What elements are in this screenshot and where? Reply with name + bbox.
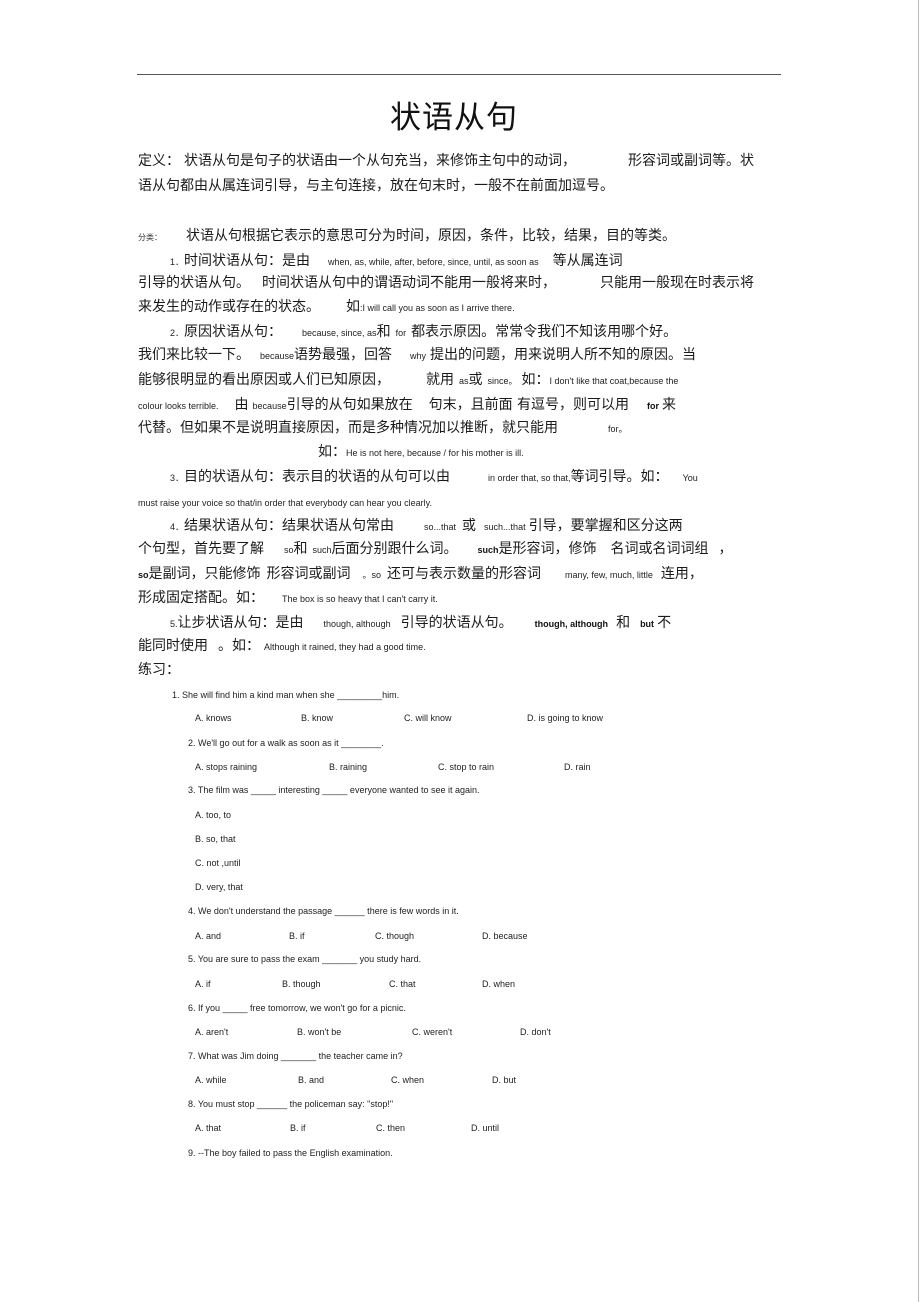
q6-option-b[interactable]: B. won't be: [297, 1027, 341, 1037]
q2-option-b[interactable]: B. raining: [329, 762, 367, 772]
q3-option-b[interactable]: B. so, that: [195, 834, 236, 844]
question-3: 3. The film was _____ interesting _____ …: [188, 785, 480, 795]
section4-example: The box is so heavy that I can't carry i…: [282, 594, 438, 604]
section2-line-5: 代替。但如果不是说明直接原因，而是多种情况加以推断，就只能用 for。: [138, 420, 628, 436]
section1-line-3: 来发生的动作或存在的状态。 如:I will call you as soon a…: [138, 299, 515, 315]
q1-option-a[interactable]: A. knows: [195, 713, 232, 723]
section2-heading: 原因状语从句：: [184, 324, 283, 340]
q5-option-c[interactable]: C. that: [389, 979, 416, 989]
definition-label: 定义：: [138, 153, 180, 169]
section2-line-4: colour looks terrible. 由 because引导的从句如果放在句…: [138, 397, 677, 413]
section2-line-2: 我们来比较一下。 because语势最强，回答 why 提出的问题，用来说明人所不知的…: [138, 347, 697, 363]
section3-line-1: 3．目的状语从句：表示目的状语的从句可以由 in order that, so t…: [170, 469, 698, 485]
q4-option-a[interactable]: A. and: [195, 931, 221, 941]
q3-option-d[interactable]: D. very, that: [195, 882, 243, 892]
q2-option-c[interactable]: C. stop to rain: [438, 762, 494, 772]
definition-line-1: 定义： 状语从句是句子的状语由一个从句充当，来修饰主句中的动词， 形容词或副词等。状: [138, 153, 754, 169]
q5-option-a[interactable]: A. if: [195, 979, 211, 989]
question-2: 2. We'll go out for a walk as soon as it…: [188, 738, 384, 748]
section5-line-1: 5.让步状语从句：是由 though, although 引导的状语从句。 thoug…: [170, 615, 672, 631]
section2-example: He is not here, because / for his mother…: [346, 448, 524, 458]
question-1: 1. She will find him a kind man when she…: [172, 690, 400, 700]
page-title: 状语从句: [390, 100, 518, 136]
q5-option-d[interactable]: D. when: [482, 979, 515, 989]
section2-line-6: 如：He is not here, because / for his moth…: [318, 444, 524, 460]
q7-option-d[interactable]: D. but: [492, 1075, 516, 1085]
q6-option-c[interactable]: C. weren't: [412, 1027, 452, 1037]
question-4: 4. We don't understand the passage _____…: [188, 906, 459, 916]
q8-option-b[interactable]: B. if: [290, 1123, 306, 1133]
q4-option-b[interactable]: B. if: [289, 931, 305, 941]
section4-heading: 结果状语从句：结果状语从句常由: [184, 518, 395, 534]
q5-option-b[interactable]: B. though: [282, 979, 321, 989]
section4-line-2: 个句型，首先要了解 so和 such后面分别跟什么词。 such是形容词，修饰 名词或名…: [138, 541, 733, 557]
q1-option-c[interactable]: C. will know: [404, 713, 452, 723]
q1-option-d[interactable]: D. is going to know: [527, 713, 603, 723]
question-9: 9. --The boy failed to pass the English …: [188, 1148, 393, 1158]
question-5: 5. You are sure to pass the exam _______…: [188, 954, 422, 964]
q4-option-d[interactable]: D. because: [482, 931, 528, 941]
definition-line-2: 语从句都由从属连词引导，与主句连接，放在句末时，一般不在前面加逗号。: [138, 178, 614, 194]
section2-line-3: 能够很明显的看出原因或人们已知原因， 就用 as或 since。 如：I don't l…: [138, 372, 679, 388]
q2-option-d[interactable]: D. rain: [564, 762, 591, 772]
q1-option-b[interactable]: B. know: [301, 713, 333, 723]
q8-option-a[interactable]: A. that: [195, 1123, 221, 1133]
q7-option-b[interactable]: B. and: [298, 1075, 324, 1085]
q4-option-c[interactable]: C. though: [375, 931, 414, 941]
section4-line-1: 4．结果状语从句：结果状语从句常由 so...that 或 such...that 引导…: [170, 518, 683, 534]
q8-option-d[interactable]: D. until: [471, 1123, 499, 1133]
question-6: 6. If you _____ free tomorrow, we won't …: [188, 1003, 406, 1013]
section1-heading: 时间状语从句：是由: [184, 253, 311, 269]
q3-option-c[interactable]: C. not ,until: [195, 858, 241, 868]
q8-option-c[interactable]: C. then: [376, 1123, 405, 1133]
section4-line-3: so是副词，只能修饰 形容词或副词 。so 还可与表示数量的形容词 many, few,…: [138, 566, 703, 582]
q6-option-d[interactable]: D. don't: [520, 1027, 551, 1037]
practice-heading: 练习：: [138, 662, 180, 678]
section5-line-2: 能同时使用 。如： Although it rained, they had a g…: [138, 638, 426, 654]
question-7: 7. What was Jim doing _______ the teache…: [188, 1051, 403, 1061]
section3-heading: 目的状语从句：表示目的状语的从句可以由: [184, 469, 451, 485]
section3-example: must raise your voice so that/in order t…: [138, 498, 432, 508]
section2-line-1: 2．原因状语从句： because, since, as和 for 都表示原因。常常令…: [170, 324, 678, 340]
section1-line-1: 1．时间状语从句：是由 when, as, while, after, befor…: [170, 253, 623, 269]
classification-label: 分类：: [138, 233, 162, 242]
q3-option-a[interactable]: A. too, to: [195, 810, 231, 820]
section4-line-4: 形成固定搭配。如： The box is so heavy that I can'…: [138, 590, 438, 606]
classification-line: 分类： 状语从句根据它表示的意思可分为时间，原因，条件，比较，结果，目的等类。: [138, 228, 676, 244]
page-edge-line: [918, 0, 919, 1302]
q7-option-a[interactable]: A. while: [195, 1075, 227, 1085]
section5-heading: 让步状语从句：是由: [177, 615, 304, 631]
header-rule: [137, 74, 781, 75]
section5-example: Although it rained, they had a good time…: [264, 642, 426, 652]
section1-line-2: 引导的状语从句。 时间状语从句中的谓语动词不能用一般将来时， 只能用一般现在时表示将: [138, 275, 754, 291]
q7-option-c[interactable]: C. when: [391, 1075, 424, 1085]
q6-option-a[interactable]: A. aren't: [195, 1027, 228, 1037]
q2-option-a[interactable]: A. stops raining: [195, 762, 257, 772]
section1-example: :I will call you as soon as I arrive the…: [360, 303, 515, 313]
question-8: 8. You must stop ______ the policeman sa…: [188, 1099, 394, 1109]
